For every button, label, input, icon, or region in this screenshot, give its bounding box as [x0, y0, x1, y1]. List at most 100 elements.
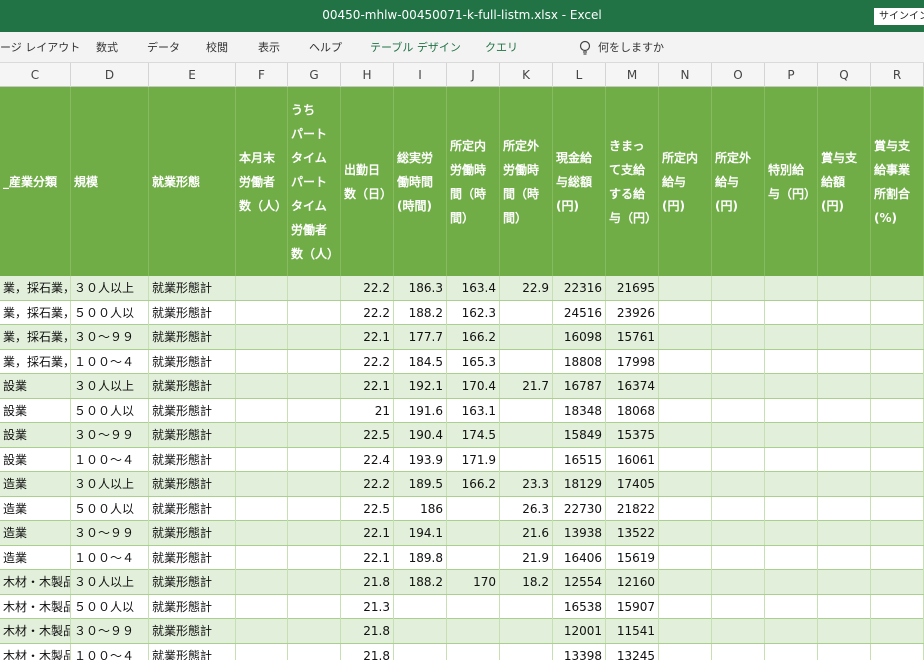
table-cell[interactable]: 192.1	[394, 374, 447, 398]
table-cell[interactable]	[765, 619, 818, 643]
column-header[interactable]: N	[659, 63, 712, 87]
column-header[interactable]: F	[236, 63, 288, 87]
table-cell[interactable]: 設業	[0, 447, 71, 472]
table-cell[interactable]: 188.2	[394, 300, 447, 325]
table-cell[interactable]: ５００人以	[71, 398, 149, 423]
table-cell[interactable]	[236, 423, 288, 447]
table-cell[interactable]	[659, 300, 712, 325]
table-header-cell[interactable]: 所定内 労働時 間（時 間）	[447, 87, 500, 276]
table-cell[interactable]	[818, 300, 871, 325]
table-cell[interactable]	[712, 423, 765, 447]
table-cell[interactable]: 22316	[553, 276, 606, 300]
table-cell[interactable]	[236, 545, 288, 570]
table-cell[interactable]	[659, 545, 712, 570]
table-cell[interactable]: 就業形態計	[149, 643, 236, 660]
table-cell[interactable]: 15375	[606, 423, 659, 447]
table-cell[interactable]	[288, 300, 341, 325]
table-cell[interactable]	[447, 619, 500, 643]
table-cell[interactable]	[765, 472, 818, 496]
table-header-cell[interactable]: きまっ て支給 する給 与（円）	[606, 87, 659, 276]
table-cell[interactable]: ３０人以上	[71, 374, 149, 398]
table-cell[interactable]: ３０人以上	[71, 276, 149, 300]
table-cell[interactable]: ３０～９９	[71, 619, 149, 643]
table-cell[interactable]: 11541	[606, 619, 659, 643]
table-header-cell[interactable]: 出勤日 数（日）	[341, 87, 394, 276]
table-cell[interactable]	[818, 276, 871, 300]
table-cell[interactable]	[712, 521, 765, 545]
table-cell[interactable]: 就業形態計	[149, 276, 236, 300]
table-cell[interactable]	[500, 398, 553, 423]
column-header[interactable]: P	[765, 63, 818, 87]
table-cell[interactable]	[659, 447, 712, 472]
table-cell[interactable]: 170.4	[447, 374, 500, 398]
table-cell[interactable]: 170	[447, 570, 500, 594]
table-cell[interactable]: 171.9	[447, 447, 500, 472]
table-cell[interactable]	[236, 521, 288, 545]
tell-me-search[interactable]: 何をしますか	[598, 32, 664, 63]
table-cell[interactable]	[765, 374, 818, 398]
table-cell[interactable]	[394, 643, 447, 660]
table-cell[interactable]	[871, 496, 924, 521]
table-cell[interactable]	[871, 300, 924, 325]
table-cell[interactable]: 194.1	[394, 521, 447, 545]
table-cell[interactable]	[288, 423, 341, 447]
table-cell[interactable]	[659, 276, 712, 300]
table-cell[interactable]	[500, 300, 553, 325]
table-cell[interactable]: 就業形態計	[149, 545, 236, 570]
table-cell[interactable]: 21.8	[341, 643, 394, 660]
table-cell[interactable]: 189.8	[394, 545, 447, 570]
table-cell[interactable]: 22.1	[341, 545, 394, 570]
table-cell[interactable]	[871, 594, 924, 619]
table-cell[interactable]: 189.5	[394, 472, 447, 496]
table-cell[interactable]	[712, 374, 765, 398]
table-cell[interactable]: 184.5	[394, 349, 447, 374]
table-cell[interactable]	[871, 643, 924, 660]
table-cell[interactable]	[712, 349, 765, 374]
table-cell[interactable]	[447, 594, 500, 619]
table-cell[interactable]	[236, 276, 288, 300]
table-cell[interactable]: 就業形態計	[149, 521, 236, 545]
column-header[interactable]: G	[288, 63, 341, 87]
table-cell[interactable]: 設業	[0, 423, 71, 447]
table-cell[interactable]	[712, 398, 765, 423]
table-cell[interactable]: 22.1	[341, 521, 394, 545]
table-cell[interactable]: 22.1	[341, 325, 394, 349]
table-cell[interactable]: 18129	[553, 472, 606, 496]
table-cell[interactable]: 就業形態計	[149, 496, 236, 521]
table-cell[interactable]	[818, 398, 871, 423]
table-cell[interactable]	[765, 545, 818, 570]
table-cell[interactable]: 16787	[553, 374, 606, 398]
table-cell[interactable]: 就業形態計	[149, 300, 236, 325]
tab-page-layout[interactable]: ージ レイアウト	[0, 32, 80, 63]
table-header-cell[interactable]: _産業分類	[0, 87, 71, 276]
table-cell[interactable]	[871, 472, 924, 496]
table-cell[interactable]	[712, 496, 765, 521]
table-cell[interactable]: 166.2	[447, 325, 500, 349]
column-header[interactable]: Q	[818, 63, 871, 87]
table-cell[interactable]: 就業形態計	[149, 594, 236, 619]
table-cell[interactable]	[712, 276, 765, 300]
table-cell[interactable]	[236, 374, 288, 398]
table-cell[interactable]: １００～４	[71, 447, 149, 472]
table-cell[interactable]: 就業形態計	[149, 423, 236, 447]
table-cell[interactable]	[712, 619, 765, 643]
table-cell[interactable]	[818, 374, 871, 398]
table-cell[interactable]: 16406	[553, 545, 606, 570]
table-cell[interactable]: 22.2	[341, 472, 394, 496]
table-cell[interactable]	[236, 472, 288, 496]
table-cell[interactable]	[818, 349, 871, 374]
table-cell[interactable]	[765, 570, 818, 594]
table-cell[interactable]	[765, 643, 818, 660]
table-cell[interactable]: 木材・木製品	[0, 594, 71, 619]
table-header-cell[interactable]: 特別給 与（円）	[765, 87, 818, 276]
table-cell[interactable]	[659, 643, 712, 660]
table-cell[interactable]: 163.4	[447, 276, 500, 300]
table-cell[interactable]	[871, 619, 924, 643]
table-cell[interactable]	[765, 423, 818, 447]
table-header-cell[interactable]: うち パート タイム パート タイム 労働者 数（人）	[288, 87, 341, 276]
table-cell[interactable]: 就業形態計	[149, 374, 236, 398]
table-cell[interactable]: 188.2	[394, 570, 447, 594]
table-cell[interactable]: 16374	[606, 374, 659, 398]
table-cell[interactable]	[500, 447, 553, 472]
column-header[interactable]: O	[712, 63, 765, 87]
